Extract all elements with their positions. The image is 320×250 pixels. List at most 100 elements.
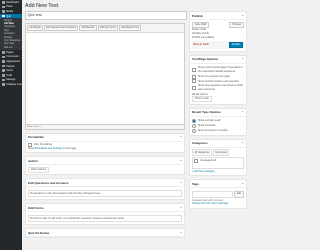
toolbar-button[interactable]: Add Quiz Form — [97, 24, 118, 31]
checkbox[interactable] — [192, 68, 196, 73]
main-column: Quiz test Add Media Add Questions and Ans… — [25, 11, 187, 239]
quiz-extras-box: Quiz Kit Extras ▲ — [25, 228, 185, 239]
media-icon — [2, 10, 5, 13]
toggle-arrow-icon[interactable]: ▲ — [242, 57, 244, 61]
sidebar-item-label: Users — [6, 69, 13, 73]
qa-title: Edit Questions and Answers — [28, 180, 69, 185]
editor-toolbar: Add Media Add Questions and Answers Add Re… — [26, 23, 184, 33]
sidebar-submenu: All Quiz Add New Categories Tags Questions Se… — [0, 18, 22, 51]
admin-sidebar: Dashboard Posts Media Quiz All Quiz Add New Ca… — [0, 0, 24, 250]
toolbar-button[interactable]: Add Questions and Answers — [43, 24, 79, 31]
author-box: Author ▲ admin (admin) — [25, 156, 185, 176]
tools-icon — [2, 74, 5, 77]
collapse-icon — [2, 83, 5, 86]
add-category-link[interactable]: + Add New Category — [192, 170, 215, 173]
tags-title: Tags — [192, 181, 199, 186]
sidebar-item-label: Media — [6, 9, 14, 13]
toolbar-button[interactable]: Add Result Form — [118, 24, 142, 31]
result-type-row: Show all results — [192, 123, 244, 128]
users-icon — [2, 69, 5, 73]
sidebar-item-label: Posts — [6, 5, 13, 9]
toggle-arrow-icon[interactable]: ▲ — [180, 231, 182, 235]
save-draft-button[interactable]: Save Draft — [192, 21, 210, 29]
toggle-arrow-icon[interactable]: ▲ — [242, 110, 244, 114]
forms-title: Edit Forms — [28, 205, 44, 210]
option-label: Show only questions and answers which we… — [198, 84, 243, 92]
toggle-arrow-icon[interactable]: ▲ — [180, 181, 182, 185]
sidebar-item-collapse-menu[interactable]: Collapse menu — [0, 82, 24, 87]
option-label: Show one question per page — [198, 74, 230, 78]
result-type-row: Show a single result — [192, 119, 244, 124]
content-editor[interactable]: Add Media Add Questions and Answers Add Re… — [25, 22, 185, 125]
forms-message: No forms to edit. To edit a form you sho… — [28, 214, 182, 222]
toggle-arrow-icon[interactable]: ▲ — [242, 14, 244, 18]
author-title: Author — [28, 158, 38, 163]
option-label: Show a short percentage of questions in … — [198, 66, 243, 74]
checkbox[interactable] — [192, 79, 196, 84]
option-row: Show only questions and answers which we… — [192, 84, 244, 92]
publish-box: Publish ▲ Save Draft Preview Status: Draf… — [189, 11, 247, 52]
tab-all-categories[interactable]: All Categories — [192, 149, 212, 156]
permalinks-prefix: Show — [28, 147, 35, 150]
posts-icon — [2, 5, 5, 9]
permalinks-settings-link[interactable]: Permalinks and Settings — [35, 147, 62, 150]
plugins-icon — [2, 64, 5, 68]
sidebar-item-label: Dashboard — [6, 0, 19, 4]
toolbar-button[interactable]: Add Media — [27, 24, 43, 31]
publish-time-line: Publish immediately — [192, 35, 215, 39]
test-options-title: Test/Page Options — [192, 57, 219, 62]
publish-title: Publish — [192, 13, 203, 18]
option-row: Show numbers before each question — [192, 79, 244, 84]
sidebar-subitem[interactable]: Add-ons — [0, 46, 22, 49]
toggle-arrow-icon[interactable]: ▲ — [180, 206, 182, 210]
toggle-arrow-icon[interactable]: ▲ — [242, 141, 244, 145]
checkbox[interactable] — [192, 86, 196, 91]
category-label: Uncategorized — [200, 158, 217, 162]
toggle-arrow-icon[interactable]: ▲ — [180, 135, 182, 139]
author-select[interactable]: admin (admin) — [28, 166, 50, 173]
tag-input[interactable] — [192, 190, 233, 198]
toggle-arrow-icon[interactable]: ▲ — [180, 159, 182, 163]
radio[interactable] — [192, 123, 196, 128]
sidebar-item-label: Plugins — [6, 64, 15, 68]
sidebar-item-label: Collapse menu — [6, 83, 24, 87]
test-options-box: Test/Page Options ▲ Show a short percenta… — [189, 54, 247, 105]
checkbox[interactable] — [194, 158, 198, 163]
preview-button[interactable]: Preview — [229, 21, 244, 29]
sidebar-item-label: Tools — [6, 73, 13, 77]
tab-most-used[interactable]: Most Used — [212, 149, 230, 156]
choose-tags-link[interactable]: Choose from the most used tags — [192, 202, 228, 205]
word-count: Word count: 0 — [25, 124, 185, 130]
sidebar-item-label: Pages — [6, 50, 14, 54]
result-options-select[interactable]: Show results — [192, 96, 212, 103]
result-type-label: Show all results — [198, 123, 216, 127]
comments-icon — [2, 55, 5, 59]
result-type-label: Show an amount of results — [198, 128, 228, 132]
side-column: Publish ▲ Save Draft Preview Status: Draf… — [189, 11, 247, 209]
tags-box: Tags ▲ Add Separate tags with commas Choo… — [189, 179, 247, 209]
qa-message: No questions to edit. Add questions and … — [28, 189, 182, 197]
categories-title: Categories — [192, 141, 208, 146]
toolbar-button[interactable]: Add Results — [79, 24, 97, 31]
pages-icon — [2, 51, 5, 54]
permalinks-suffix: on this page — [61, 147, 77, 150]
permalinks-title: Permalinks — [28, 135, 45, 139]
publish-button[interactable]: Publish — [229, 41, 243, 49]
page-title: Add New Test — [25, 3, 59, 9]
category-item: Uncategorized — [194, 158, 242, 163]
add-tag-button[interactable]: Add — [233, 190, 244, 198]
sidebar-item-label: Comments — [6, 55, 19, 59]
result-type-title: Result Type Options — [192, 110, 221, 115]
toggle-arrow-icon[interactable]: ▲ — [242, 182, 244, 186]
option-label: Show numbers before each question — [198, 79, 239, 83]
checkbox[interactable] — [192, 74, 196, 79]
title-input[interactable]: Quiz test — [25, 11, 187, 20]
radio[interactable] — [192, 119, 196, 124]
permalinks-box: Permalinks ▲ Post Permalinks Show Permali… — [25, 132, 185, 154]
forms-box: Edit Forms ▲ No forms to edit. To edit a … — [25, 203, 185, 226]
move-to-trash-link[interactable]: Move to Trash — [193, 43, 209, 47]
radio[interactable] — [192, 128, 196, 133]
result-type-box: Result Type Options ▲ Show a single resul… — [189, 107, 247, 136]
result-type-label: Show a single result — [198, 119, 221, 123]
quiz-icon — [2, 14, 5, 18]
